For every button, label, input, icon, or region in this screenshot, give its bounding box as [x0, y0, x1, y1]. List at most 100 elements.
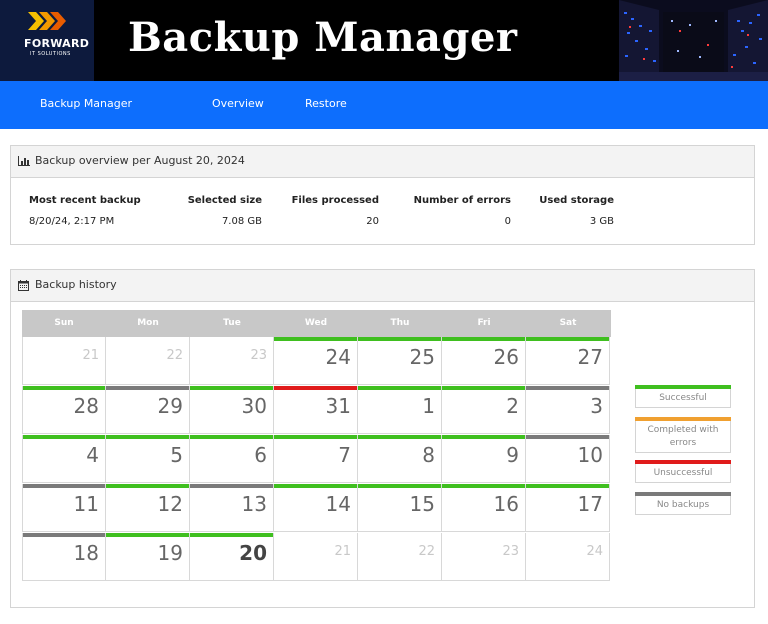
- calendar-day-cell[interactable]: 11: [22, 484, 106, 532]
- calendar-day-cell[interactable]: 28: [22, 386, 106, 434]
- stat-label-used-storage: Used storage: [539, 195, 614, 206]
- stat-label-files-processed: Files processed: [291, 195, 379, 206]
- calendar-day-cell[interactable]: 13: [190, 484, 274, 532]
- status-bar-successful: [106, 533, 189, 537]
- overview-panel: Backup overview per August 20, 2024 Most…: [10, 145, 755, 245]
- status-bar-successful: [274, 484, 357, 488]
- calendar-day-cell[interactable]: 27: [526, 337, 610, 385]
- calendar-day-number: 4: [86, 443, 99, 467]
- status-bar-successful: [274, 435, 357, 439]
- logo-arrows-icon: [28, 12, 66, 30]
- header-banner: FORWARD IT SOLUTIONS Backup Manager: [0, 0, 768, 81]
- calendar-day-number: 28: [73, 394, 99, 418]
- stat-value-most-recent-backup: 8/20/24, 2:17 PM: [29, 216, 115, 227]
- calendar-day-cell[interactable]: 4: [22, 435, 106, 483]
- calendar-day-cell[interactable]: 23: [442, 533, 526, 581]
- status-bar-successful: [526, 484, 609, 488]
- overview-panel-header: Backup overview per August 20, 2024: [11, 146, 754, 178]
- calendar-day-cell[interactable]: 24: [274, 337, 358, 385]
- calendar-day-cell[interactable]: 24: [526, 533, 610, 581]
- server-racks-illustration: [619, 0, 768, 81]
- status-bar-successful: [190, 533, 273, 537]
- nav-backup-manager[interactable]: Backup Manager: [40, 97, 132, 110]
- calendar-day-cell[interactable]: 9: [442, 435, 526, 483]
- calendar-day-number: 1: [422, 394, 435, 418]
- status-bar-successful: [190, 386, 273, 390]
- calendar-day-cell[interactable]: 12: [106, 484, 190, 532]
- legend-item-no-backups: No backups: [635, 492, 731, 515]
- calendar-day-cell[interactable]: 29: [106, 386, 190, 434]
- calendar-day-number: 7: [338, 443, 351, 467]
- weekday-tue: Tue: [223, 318, 241, 328]
- status-bar-no-backups: [23, 484, 105, 488]
- calendar-day-number: 10: [577, 443, 603, 467]
- weekday-wed: Wed: [304, 318, 328, 328]
- status-bar-no-backups: [23, 533, 105, 537]
- calendar-day-number: 19: [157, 541, 183, 565]
- calendar-day-cell[interactable]: 21: [22, 337, 106, 385]
- calendar-day-cell[interactable]: 1: [358, 386, 442, 434]
- calendar-day-cell[interactable]: 31: [274, 386, 358, 434]
- legend-item-successful: Successful: [635, 385, 731, 408]
- stat-label-number-of-errors: Number of errors: [413, 195, 511, 206]
- status-bar-successful: [106, 435, 189, 439]
- calendar-day-number: 6: [254, 443, 267, 467]
- calendar-day-number: 2: [506, 394, 519, 418]
- calendar-day-number: 21: [82, 348, 99, 363]
- calendar-day-cell[interactable]: 22: [358, 533, 442, 581]
- status-bar-successful: [358, 386, 441, 390]
- company-logo: FORWARD IT SOLUTIONS: [0, 0, 94, 81]
- weekday-sun: Sun: [54, 318, 74, 328]
- weekday-thu: Thu: [390, 318, 410, 328]
- calendar-icon: [18, 280, 29, 291]
- status-bar-successful: [526, 337, 609, 341]
- calendar-day-cell[interactable]: 7: [274, 435, 358, 483]
- calendar-day-cell[interactable]: 3: [526, 386, 610, 434]
- calendar-day-cell[interactable]: 18: [22, 533, 106, 581]
- calendar-day-number: 22: [166, 348, 183, 363]
- nav-overview[interactable]: Overview: [212, 97, 264, 110]
- calendar-day-number: 27: [577, 345, 603, 369]
- logo-subtext: IT SOLUTIONS: [30, 51, 71, 57]
- calendar-day-cell[interactable]: 21: [274, 533, 358, 581]
- calendar-day-cell[interactable]: 26: [442, 337, 526, 385]
- calendar-day-cell[interactable]: 23: [190, 337, 274, 385]
- legend-color-bar: [635, 492, 731, 496]
- calendar-day-cell[interactable]: 19: [106, 533, 190, 581]
- calendar-day-cell[interactable]: 10: [526, 435, 610, 483]
- calendar-day-number: 14: [325, 492, 351, 516]
- calendar-day-cell[interactable]: 14: [274, 484, 358, 532]
- legend-color-bar: [635, 385, 731, 389]
- weekday-sat: Sat: [559, 318, 577, 328]
- calendar-day-number: 29: [157, 394, 183, 418]
- status-bar-successful: [358, 484, 441, 488]
- calendar-day-cell[interactable]: 15: [358, 484, 442, 532]
- calendar-day-cell[interactable]: 25: [358, 337, 442, 385]
- calendar-day-cell[interactable]: 17: [526, 484, 610, 532]
- calendar-day-cell[interactable]: 16: [442, 484, 526, 532]
- bar-chart-icon: [18, 156, 30, 166]
- calendar-day-cell[interactable]: 22: [106, 337, 190, 385]
- calendar-day-number: 22: [418, 544, 435, 559]
- calendar-day-number: 31: [325, 394, 351, 418]
- stat-label-most-recent-backup: Most recent backup: [29, 195, 141, 206]
- calendar-day-cell[interactable]: 30: [190, 386, 274, 434]
- status-bar-successful: [358, 337, 441, 341]
- calendar-day-cell[interactable]: 8: [358, 435, 442, 483]
- calendar-day-number: 11: [73, 492, 99, 516]
- status-bar-successful: [23, 435, 105, 439]
- calendar-day-cell[interactable]: 20: [190, 533, 274, 581]
- nav-restore[interactable]: Restore: [305, 97, 347, 110]
- calendar-day-cell[interactable]: 5: [106, 435, 190, 483]
- calendar-day-number: 15: [409, 492, 435, 516]
- legend-color-bar: [635, 417, 731, 421]
- calendar-day-cell[interactable]: 6: [190, 435, 274, 483]
- calendar-day-cell[interactable]: 2: [442, 386, 526, 434]
- status-bar-successful: [358, 435, 441, 439]
- status-bar-successful: [442, 337, 525, 341]
- status-bar-successful: [190, 435, 273, 439]
- calendar-day-number: 21: [334, 544, 351, 559]
- calendar-day-number: 20: [239, 541, 267, 565]
- status-bar-successful: [274, 337, 357, 341]
- calendar-day-number: 16: [493, 492, 519, 516]
